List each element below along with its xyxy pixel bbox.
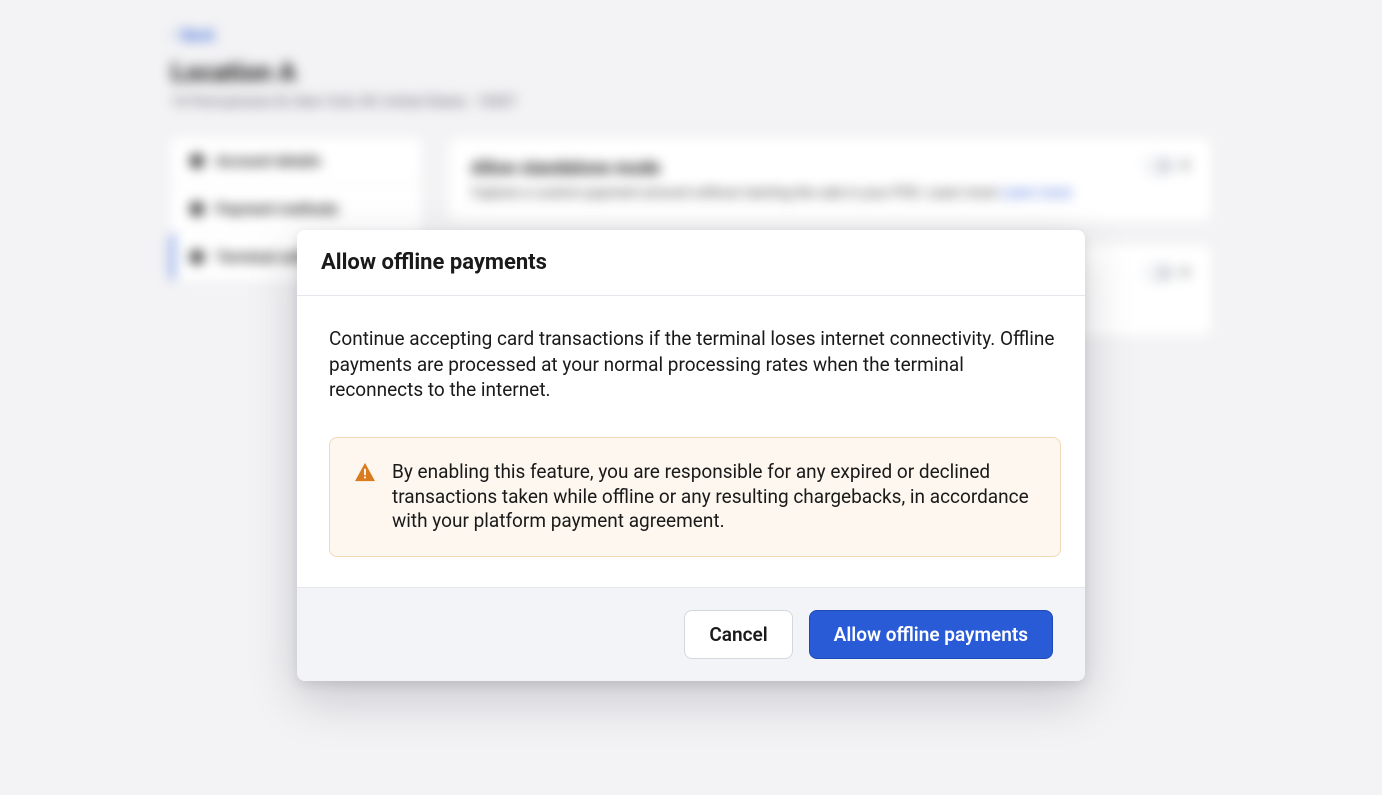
cancel-button[interactable]: Cancel <box>684 610 792 659</box>
modal-body: Continue accepting card transactions if … <box>297 296 1085 587</box>
modal-overlay: Allow offline payments Continue acceptin… <box>0 0 1382 795</box>
confirm-button[interactable]: Allow offline payments <box>809 610 1053 659</box>
modal-footer: Cancel Allow offline payments <box>297 587 1085 681</box>
warning-triangle-icon <box>354 462 376 482</box>
warning-alert: By enabling this feature, you are respon… <box>329 437 1061 557</box>
modal-title: Allow offline payments <box>321 250 1061 275</box>
modal-description: Continue accepting card transactions if … <box>329 326 1061 403</box>
modal-allow-offline-payments: Allow offline payments Continue acceptin… <box>297 230 1085 681</box>
warning-text: By enabling this feature, you are respon… <box>392 460 1036 534</box>
modal-header: Allow offline payments <box>297 230 1085 296</box>
